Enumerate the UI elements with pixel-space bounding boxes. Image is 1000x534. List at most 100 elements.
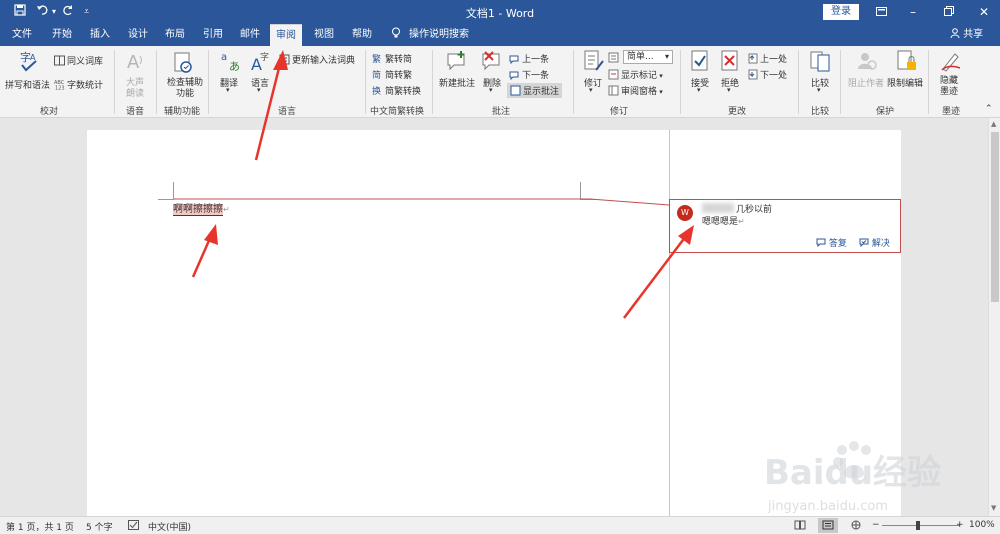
spelling-grammar-button[interactable]: 拼写和语法: [5, 78, 50, 91]
language-icon: A字: [250, 50, 272, 74]
traditional-to-simplified-icon: 繁: [372, 53, 383, 65]
tab-view[interactable]: 视图: [314, 24, 334, 46]
show-markup-dropdown-icon: ▾: [657, 72, 663, 80]
group-label-chinese-conversion: 中文简繁转换: [370, 107, 425, 117]
compare-dropdown-icon[interactable]: ▾: [817, 86, 821, 94]
track-changes-dropdown-icon[interactable]: ▾: [589, 86, 593, 94]
restore-icon[interactable]: [938, 2, 960, 22]
update-ime-dictionary-button[interactable]: 更新输入法词典: [279, 53, 355, 66]
check-accessibility-button[interactable]: 检查辅助功能: [165, 78, 205, 100]
reject-change-icon: [720, 50, 742, 72]
comment-author-blurred: [702, 203, 734, 213]
traditional-to-simplified-button[interactable]: 繁繁转简: [372, 52, 412, 65]
next-change-label: 下一处: [760, 71, 788, 81]
zoom-slider-thumb[interactable]: [916, 521, 920, 530]
show-markup-button[interactable]: 显示标记 ▾: [608, 68, 663, 81]
reject-dropdown-icon[interactable]: ▾: [727, 86, 731, 94]
minimize-icon[interactable]: –: [902, 2, 924, 22]
previous-change-label: 上一处: [760, 55, 788, 65]
track-changes-button[interactable]: 修订: [584, 76, 602, 89]
resolve-button[interactable]: 解决: [859, 236, 890, 249]
zoom-slider[interactable]: [882, 525, 960, 526]
restrict-editing-button[interactable]: 限制编辑: [887, 76, 923, 89]
thesaurus-button[interactable]: 同义词库: [54, 54, 103, 67]
tab-mailings[interactable]: 邮件: [240, 24, 260, 46]
print-layout-icon[interactable]: [818, 518, 838, 533]
proofing-status-icon[interactable]: [128, 520, 139, 533]
collapse-ribbon-icon[interactable]: ⌃: [985, 104, 993, 114]
comment-balloon[interactable]: W 几秒以前 嗯嗯嗯是↵ 答复 解决: [669, 199, 901, 253]
tab-file[interactable]: 文件: [12, 24, 32, 46]
avatar: W: [677, 205, 693, 221]
chevron-down-icon: ▾: [664, 52, 669, 61]
language-dropdown-icon[interactable]: ▾: [257, 86, 261, 94]
tab-references[interactable]: 引用: [203, 24, 223, 46]
scrollbar-thumb[interactable]: [991, 132, 999, 302]
previous-comment-button[interactable]: 上一条: [509, 52, 549, 65]
show-markup-icon: [608, 69, 619, 80]
tab-help[interactable]: 帮助: [352, 24, 372, 46]
svg-text:简: 简: [372, 69, 381, 80]
tell-me-search[interactable]: 操作说明搜索: [409, 24, 469, 46]
delete-dropdown-icon[interactable]: ▾: [489, 86, 493, 94]
accept-dropdown-icon[interactable]: ▾: [697, 86, 701, 94]
scroll-down-icon[interactable]: ▼: [991, 504, 996, 512]
reviewing-pane-icon: [608, 85, 619, 96]
zoom-level[interactable]: 100%: [969, 520, 995, 530]
ribbon-divider: [365, 50, 366, 114]
tab-insert[interactable]: 插入: [90, 24, 110, 46]
word-count-icon: ABC 123: [54, 79, 65, 92]
block-authors-button[interactable]: 阻止作者: [848, 76, 884, 89]
previous-comment-label: 上一条: [522, 55, 550, 65]
translate-dropdown-icon[interactable]: ▾: [226, 86, 230, 94]
read-mode-icon[interactable]: [794, 520, 806, 533]
chinese-conversion-button[interactable]: 换简繁转换: [372, 84, 421, 97]
thesaurus-icon: [54, 55, 65, 66]
reply-button[interactable]: 答复: [816, 236, 847, 249]
zoom-out-icon[interactable]: −: [872, 520, 880, 530]
ribbon-divider: [573, 50, 574, 114]
language-status[interactable]: 中文(中国): [148, 520, 191, 533]
simplified-to-traditional-button[interactable]: 简简转繁: [372, 68, 412, 81]
reviewing-pane-button[interactable]: 审阅窗格 ▾: [608, 84, 663, 97]
share-button[interactable]: 共享: [950, 24, 983, 46]
svg-text:字: 字: [260, 51, 269, 63]
hide-ink-button[interactable]: 隐藏墨迹: [940, 76, 966, 98]
svg-text:繁: 繁: [372, 53, 381, 64]
document-body-text[interactable]: 啊啊擦擦擦↵: [173, 200, 230, 216]
next-change-button[interactable]: 下一处: [747, 68, 787, 81]
svg-text:A: A: [127, 52, 140, 72]
comment-text[interactable]: 嗯嗯嗯是↵: [702, 214, 745, 227]
show-comments-button[interactable]: 显示批注: [507, 83, 563, 98]
word-count-button[interactable]: ABC 123 字数统计: [54, 78, 103, 92]
show-comments-icon: [510, 85, 521, 96]
zoom-in-icon[interactable]: +: [956, 520, 964, 530]
margin-corner-mark: [580, 182, 596, 200]
hide-ink-icon: [940, 50, 962, 72]
tab-design[interactable]: 设计: [128, 24, 148, 46]
commented-text[interactable]: 啊啊擦擦擦: [173, 204, 223, 216]
web-layout-icon[interactable]: [850, 520, 862, 533]
comment-text-value: 嗯嗯嗯是: [702, 217, 739, 227]
read-aloud-button[interactable]: 大声朗读: [126, 78, 146, 100]
next-change-icon: [747, 69, 758, 80]
tab-layout[interactable]: 布局: [165, 24, 185, 46]
word-count[interactable]: 5 个字: [86, 520, 113, 533]
chinese-conversion-icon: 换: [372, 85, 383, 97]
ribbon-display-options-icon[interactable]: [870, 2, 892, 22]
tab-review[interactable]: 审阅: [270, 24, 302, 46]
previous-change-button[interactable]: 上一处: [747, 52, 787, 65]
login-button[interactable]: 登录: [823, 4, 859, 20]
tab-home[interactable]: 开始: [52, 24, 72, 46]
markup-display-select[interactable]: 简单... ▾: [623, 50, 673, 64]
to-simplified-label: 繁转简: [385, 55, 413, 65]
status-bar: 第 1 页，共 1 页 5 个字 中文(中国) − + 100%: [0, 516, 1000, 534]
watermark-url: jingyan.baidu.com: [767, 499, 888, 514]
group-label-tracking: 修订: [610, 107, 629, 117]
markup-display-value: 简单...: [627, 52, 654, 62]
new-comment-button[interactable]: 新建批注: [439, 76, 475, 89]
page-count[interactable]: 第 1 页，共 1 页: [6, 520, 74, 533]
close-icon[interactable]: ✕: [973, 2, 995, 22]
next-comment-button[interactable]: 下一条: [509, 68, 549, 81]
scroll-up-icon[interactable]: ▲: [991, 120, 996, 128]
